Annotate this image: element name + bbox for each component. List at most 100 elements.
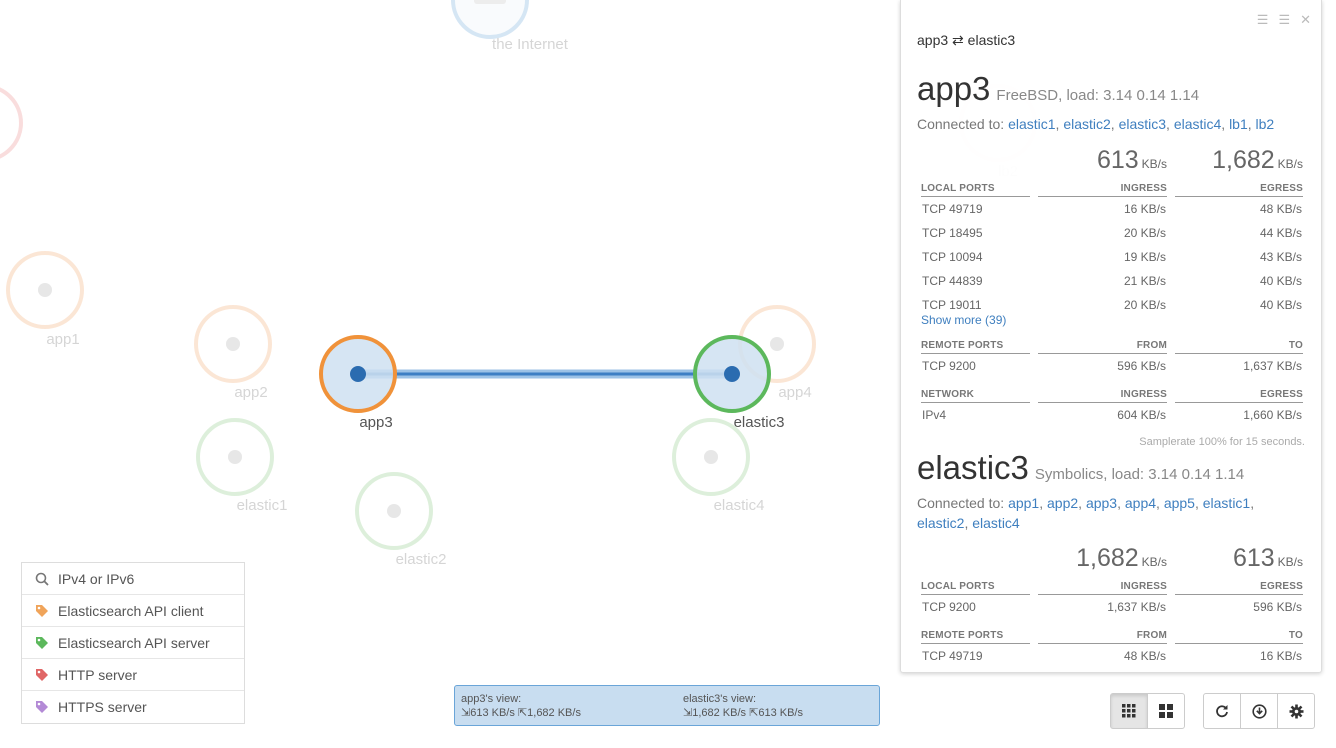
node-elastic1[interactable]: elastic1 [196, 418, 288, 514]
close-icon[interactable]: ✕ [1300, 12, 1311, 28]
node-app1[interactable]: app1 [6, 251, 84, 348]
tag-icon [34, 603, 50, 619]
link-app5[interactable]: app5 [1164, 495, 1195, 511]
node-elastic4[interactable]: elastic4 [672, 418, 764, 514]
link-elastic4[interactable]: elastic4 [972, 515, 1019, 531]
edge-info-right: elastic3's view: ⇲1,682 KB/s ⇱613 KB/s [683, 692, 803, 720]
col-header: REMOTE PORTS [921, 630, 1030, 644]
network-table: NETWORK INGRESS EGRESS IPv4 604 KB/s 1,660… [921, 389, 1303, 427]
swap-arrows-icon: ⇄ [952, 32, 964, 48]
download-icon [1251, 703, 1267, 719]
node-label: elastic1 [237, 497, 288, 514]
node-subtitle: Symbolics, load: 3.14 0.14 1.14 [1034, 466, 1245, 483]
table-cell [1030, 197, 1038, 221]
col-header: INGRESS [1038, 581, 1167, 595]
table-cell: TCP 44839 [922, 274, 983, 288]
table-cell [1167, 221, 1175, 245]
table-cell [1167, 595, 1175, 619]
col-header: LOCAL PORTS [921, 581, 1030, 595]
table-cell [1030, 644, 1038, 668]
table-cell: 596 KB/s [1253, 600, 1302, 614]
table-cell: 44 KB/s [1259, 226, 1302, 240]
table-cell: TCP 9200 [922, 600, 976, 614]
node-app2[interactable]: app2 [194, 305, 272, 401]
grid-small-icon [1122, 704, 1136, 718]
col-header: FROM [1038, 630, 1167, 644]
search-row[interactable]: IPv4 or IPv6 [22, 563, 244, 595]
refresh-button[interactable] [1203, 693, 1241, 729]
node-label: elastic2 [396, 551, 447, 568]
legend-item-es-server[interactable]: Elasticsearch API server [22, 627, 244, 659]
link-elastic4[interactable]: elastic4 [1174, 116, 1221, 132]
link-elastic2[interactable]: elastic2 [1063, 116, 1110, 132]
table-cell [1030, 354, 1038, 378]
table-cell: 40 KB/s [1259, 298, 1302, 312]
table-cell [1030, 245, 1038, 269]
link-lb2[interactable]: lb2 [1256, 116, 1275, 132]
legend-item-http-server[interactable]: HTTP server [22, 659, 244, 691]
table-cell: 40 KB/s [1259, 274, 1302, 288]
ingress-icon: ⇲ [683, 707, 693, 719]
list-details-icon[interactable]: ☰ [1278, 12, 1290, 28]
list-icon[interactable]: ☰ [1257, 12, 1269, 28]
edge-view-title: app3's view: [461, 693, 522, 705]
action-button-group [1203, 693, 1315, 729]
table-row: TCP 9200 596 KB/s 1,637 KB/s [921, 354, 1303, 378]
link-app1[interactable]: app1 [1008, 495, 1039, 511]
col-header: TO [1175, 340, 1303, 354]
grid-large-button[interactable] [1147, 693, 1185, 729]
node-label: app2 [234, 384, 267, 401]
legend-label: Elasticsearch API client [58, 602, 204, 619]
col-header: NETWORK [921, 389, 1030, 403]
node-title: elastic3 Symbolics, load: 3.14 0.14 1.14 [917, 449, 1245, 486]
link-elastic2[interactable]: elastic2 [917, 515, 964, 531]
search-input[interactable]: IPv4 or IPv6 [58, 571, 134, 587]
link-app2[interactable]: app2 [1047, 495, 1078, 511]
show-more-link[interactable]: Show more (39) [921, 313, 1006, 327]
download-button[interactable] [1240, 693, 1278, 729]
connected-to: Connected to: app1, app2, app3, app4, ap… [917, 495, 1255, 531]
local-ports-table: LOCAL PORTS INGRESS EGRESS TCP 9200 1,637… [921, 581, 1303, 619]
edge-info-box: app3's view: ⇲613 KB/s ⇱1,682 KB/s elast… [454, 685, 880, 726]
node-lb1[interactable] [0, 86, 23, 160]
table-cell [1167, 197, 1175, 221]
table-cell: TCP 18495 [922, 226, 983, 240]
link-elastic3[interactable]: elastic3 [1119, 116, 1166, 132]
link-lb1[interactable]: lb1 [1229, 116, 1248, 132]
table-cell [1030, 269, 1038, 293]
col-header: EGRESS [1175, 389, 1303, 403]
egress-total: 613 KB/s [1232, 544, 1303, 572]
link-app4[interactable]: app4 [1125, 495, 1156, 511]
edge-view-values: ⇲1,682 KB/s ⇱613 KB/s [683, 707, 803, 719]
table-cell [1030, 595, 1038, 619]
table-cell [1167, 245, 1175, 269]
grid-small-button[interactable] [1110, 693, 1148, 729]
table-cell: TCP 49719 [922, 202, 983, 216]
col-header: FROM [1038, 340, 1167, 354]
node-elastic2[interactable]: elastic2 [355, 472, 447, 568]
panel-toolbar: ☰ ☰ ✕ [1257, 12, 1311, 28]
table-cell [1167, 644, 1175, 668]
link-elastic1[interactable]: elastic1 [1008, 116, 1055, 132]
legend-label: HTTP server [58, 666, 138, 683]
table-cell [1167, 293, 1175, 317]
table-cell: 48 KB/s [1259, 202, 1302, 216]
table-row: TCP 10094 19 KB/s 43 KB/s [921, 245, 1303, 269]
table-row: TCP 49719 16 KB/s 48 KB/s [921, 197, 1303, 221]
table-cell: 19 KB/s [1123, 250, 1166, 264]
egress-icon: ⇱ [517, 707, 528, 719]
link-elastic1[interactable]: elastic1 [1203, 495, 1250, 511]
col-header: REMOTE PORTS [921, 340, 1030, 354]
node-the-internet[interactable]: the Internet [451, 0, 569, 53]
col-header: INGRESS [1038, 389, 1167, 403]
table-cell [1030, 221, 1038, 245]
legend-item-es-client[interactable]: Elasticsearch API client [22, 595, 244, 627]
node-app3[interactable]: app3 [319, 335, 397, 431]
table-row: IPv4 604 KB/s 1,660 KB/s [921, 403, 1303, 427]
legend-item-https-server[interactable]: HTTPS server [22, 691, 244, 723]
table-cell [1167, 354, 1175, 378]
panel-header: app3 ⇄ elastic3 [917, 32, 1016, 48]
node-subtitle: FreeBSD, load: 3.14 0.14 1.14 [996, 87, 1200, 104]
link-app3[interactable]: app3 [1086, 495, 1117, 511]
settings-button[interactable] [1277, 693, 1315, 729]
